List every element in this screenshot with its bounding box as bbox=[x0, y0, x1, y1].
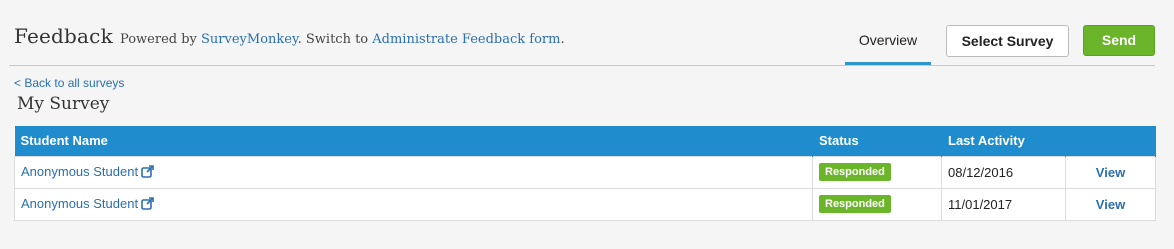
powered-prefix: Powered by bbox=[120, 32, 202, 47]
header-divider bbox=[9, 65, 1155, 66]
column-header-action bbox=[1065, 126, 1156, 156]
select-survey-button[interactable]: Select Survey bbox=[946, 25, 1069, 57]
student-name-cell: Anonymous Student bbox=[14, 187, 813, 221]
switch-text: . Switch to bbox=[297, 32, 373, 47]
student-name-cell: Anonymous Student bbox=[14, 155, 813, 189]
send-button[interactable]: Send bbox=[1083, 25, 1155, 56]
table-header-row: Student Name Status Last Activity bbox=[14, 126, 1156, 156]
switch-suffix: . bbox=[560, 32, 565, 47]
external-link-icon[interactable] bbox=[141, 164, 154, 181]
student-name-link[interactable]: Anonymous Student bbox=[21, 164, 138, 179]
last-activity-cell: 11/01/2017 bbox=[941, 187, 1066, 221]
back-to-surveys-link[interactable]: < Back to all surveys bbox=[14, 76, 124, 90]
view-link[interactable]: View bbox=[1096, 165, 1125, 180]
status-cell: Responded bbox=[812, 155, 942, 189]
tab-overview[interactable]: Overview bbox=[845, 26, 931, 65]
responses-table: Student Name Status Last Activity Anonym… bbox=[14, 126, 1156, 221]
survey-title: My Survey bbox=[17, 94, 110, 114]
table-row: Anonymous Student Responded 08/12/2016 V… bbox=[14, 155, 1156, 189]
status-badge: Responded bbox=[819, 195, 891, 213]
administrate-feedback-link[interactable]: Administrate Feedback form bbox=[372, 32, 560, 47]
surveymonkey-link[interactable]: SurveyMonkey bbox=[201, 32, 298, 47]
status-cell: Responded bbox=[812, 187, 942, 221]
action-cell: View bbox=[1065, 187, 1156, 221]
student-name-link[interactable]: Anonymous Student bbox=[21, 196, 138, 211]
page-title: Feedback bbox=[14, 24, 113, 48]
status-badge: Responded bbox=[819, 163, 891, 181]
powered-by-text: Powered by SurveyMonkey. Switch to Admin… bbox=[120, 32, 565, 47]
view-link[interactable]: View bbox=[1096, 197, 1125, 212]
action-cell: View bbox=[1065, 155, 1156, 189]
column-header-last-activity: Last Activity bbox=[941, 126, 1066, 156]
last-activity-cell: 08/12/2016 bbox=[941, 155, 1066, 189]
page-header: Feedback Powered by SurveyMonkey. Switch… bbox=[0, 0, 1174, 66]
external-link-icon[interactable] bbox=[141, 196, 154, 213]
column-header-status: Status bbox=[812, 126, 942, 156]
column-header-student-name: Student Name bbox=[14, 126, 813, 156]
table-row: Anonymous Student Responded 11/01/2017 V… bbox=[14, 187, 1156, 221]
